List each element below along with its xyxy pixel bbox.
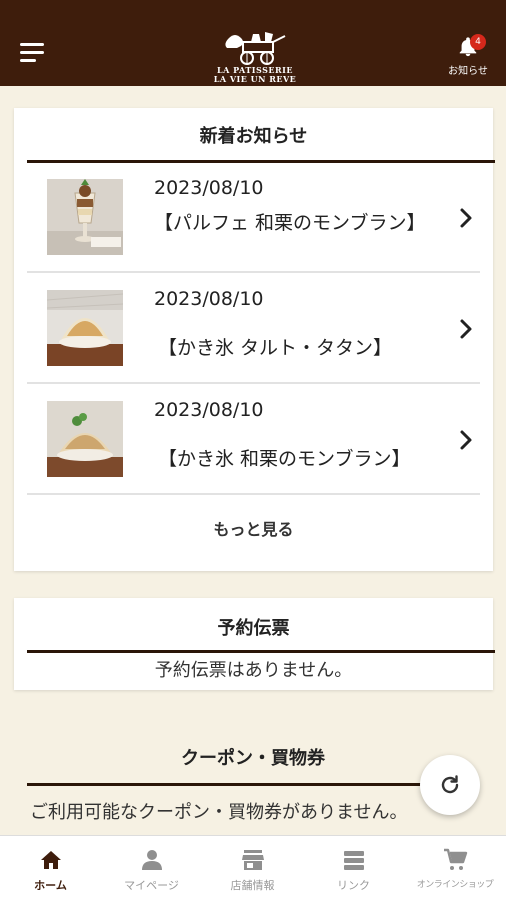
notifications-label: お知らせ — [448, 66, 488, 77]
chevron-right-icon — [460, 430, 472, 450]
brand-logo[interactable]: LA PATISSERIE LA VIE UN REVE — [205, 30, 305, 84]
parfait-photo — [47, 179, 123, 255]
news-date: 2023/08/10 — [154, 399, 264, 421]
tab-label: 店舗情報 — [230, 879, 275, 892]
tab-links[interactable]: リンク — [303, 836, 404, 900]
chevron-right-icon — [460, 208, 472, 228]
news-item[interactable]: 2023/08/10 【かき氷 タルト・タタン】 — [27, 274, 480, 384]
cart-icon — [444, 848, 468, 870]
person-icon — [141, 850, 162, 870]
news-card: 新着お知らせ 2023/08/10 【パルフェ 和栗のモンブラン】 2023/0… — [14, 108, 495, 571]
notifications-button[interactable]: 4 お知らせ — [444, 34, 492, 78]
news-date: 2023/08/10 — [154, 288, 264, 310]
app-header: LA PATISSERIE LA VIE UN REVE 4 お知らせ — [0, 0, 506, 86]
news-item-title: 【かき氷 和栗のモンブラン】 — [158, 448, 411, 470]
refresh-icon — [441, 775, 459, 794]
tab-home[interactable]: ホーム — [0, 836, 101, 900]
home-icon — [40, 851, 61, 869]
reservation-card: 予約伝票 予約伝票はありません。 — [14, 598, 495, 690]
refresh-button[interactable] — [420, 755, 480, 815]
title-divider — [27, 650, 495, 653]
store-icon — [241, 850, 264, 870]
see-more-link[interactable]: もっと見る — [14, 516, 493, 540]
notification-count-badge: 4 — [470, 34, 486, 50]
logo-text-line2: LA VIE UN REVE — [213, 74, 297, 84]
news-item-title: 【パルフェ 和栗のモンブラン】 — [154, 212, 426, 234]
list-icon — [343, 851, 364, 870]
chevron-right-icon — [460, 319, 472, 339]
tab-label: リンク — [337, 879, 370, 892]
menu-button[interactable] — [20, 43, 44, 65]
reservation-title: 予約伝票 — [217, 618, 290, 639]
hamburger-icon-bar — [20, 59, 36, 62]
news-title: 新着お知らせ — [199, 126, 308, 147]
news-item-title: 【かき氷 タルト・タタン】 — [158, 337, 393, 359]
hamburger-icon-bar — [20, 51, 44, 54]
shaved-ice-montblanc-photo — [47, 401, 123, 477]
hamburger-icon-bar — [20, 43, 44, 46]
tab-label: オンラインショップ — [416, 880, 494, 890]
tab-label: マイページ — [124, 879, 179, 892]
reservation-empty-message: 予約伝票はありません。 — [154, 660, 353, 681]
title-divider — [27, 783, 479, 786]
tab-store-info[interactable]: 店舗情報 — [202, 836, 303, 900]
coupon-empty-message: ご利用可能なクーポン・買物券がありません。 — [30, 802, 408, 823]
shaved-ice-tart-photo — [47, 290, 123, 366]
news-date: 2023/08/10 — [154, 177, 264, 199]
news-item[interactable]: 2023/08/10 【パルフェ 和栗のモンブラン】 — [27, 163, 480, 273]
tab-mypage[interactable]: マイページ — [101, 836, 202, 900]
news-item[interactable]: 2023/08/10 【かき氷 和栗のモンブラン】 — [27, 385, 480, 495]
bottom-tab-bar: ホーム マイページ 店舗情報 リンク オンラインショップ — [0, 835, 506, 900]
carriage-logo-icon — [225, 32, 286, 65]
tab-label: ホーム — [34, 879, 67, 892]
tab-online-shop[interactable]: オンラインショップ — [404, 836, 506, 900]
